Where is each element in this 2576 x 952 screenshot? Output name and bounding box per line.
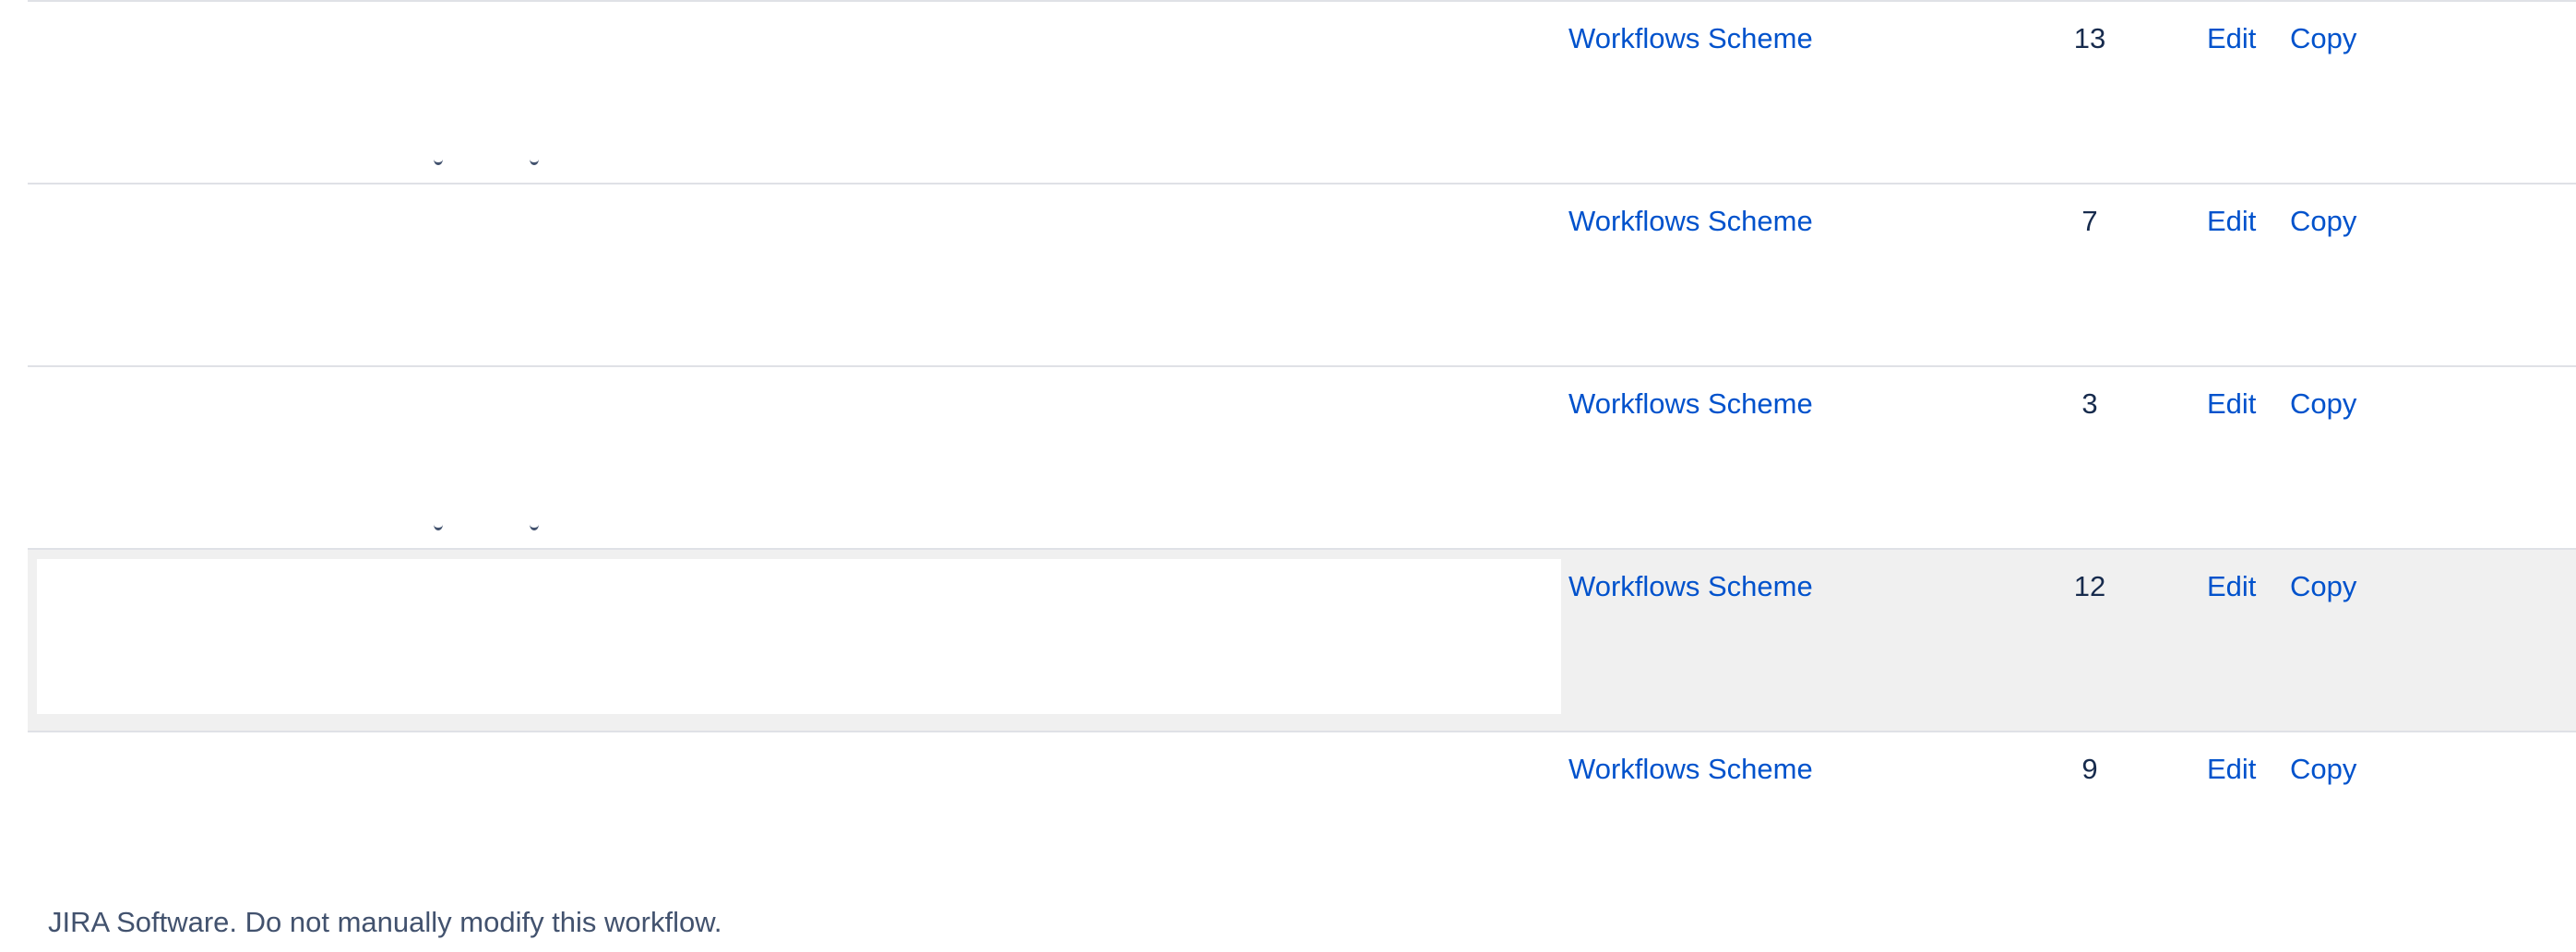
- table-row: Workflows Scheme 3 Edit Copy: [28, 365, 2576, 548]
- edit-link[interactable]: Edit: [2207, 203, 2256, 240]
- description-panel: [37, 559, 1561, 714]
- table-row: Workflows Scheme 13 Edit Copy: [28, 0, 2576, 183]
- truncated-description: [434, 518, 581, 537]
- table-row-selected: Workflows Scheme 12 Edit Copy: [28, 548, 2576, 731]
- edit-link[interactable]: Edit: [2207, 386, 2256, 422]
- truncated-description: [434, 153, 581, 172]
- copy-link[interactable]: Copy: [2290, 751, 2356, 788]
- table-row: Workflows Scheme 9 Edit Copy: [28, 731, 2576, 913]
- scheme-count: 9: [2081, 753, 2098, 785]
- edit-link[interactable]: Edit: [2207, 568, 2256, 605]
- copy-link[interactable]: Copy: [2290, 20, 2356, 57]
- workflow-scheme-link[interactable]: Workflows Scheme: [1568, 386, 1813, 422]
- workflows-table: Workflows Scheme 13 Edit Copy Workflows …: [28, 0, 2576, 913]
- workflow-scheme-link[interactable]: Workflows Scheme: [1568, 203, 1813, 240]
- workflow-scheme-link[interactable]: Workflows Scheme: [1568, 568, 1813, 605]
- scheme-count: 3: [2081, 387, 2098, 420]
- edit-link[interactable]: Edit: [2207, 751, 2256, 788]
- edit-link[interactable]: Edit: [2207, 20, 2256, 57]
- copy-link[interactable]: Copy: [2290, 386, 2356, 422]
- copy-link[interactable]: Copy: [2290, 203, 2356, 240]
- scheme-count: 13: [2073, 22, 2106, 54]
- table-row: Workflows Scheme 7 Edit Copy: [28, 183, 2576, 365]
- copy-link[interactable]: Copy: [2290, 568, 2356, 605]
- workflow-note: JIRA Software. Do not manually modify th…: [48, 906, 722, 938]
- scheme-count: 12: [2073, 570, 2106, 602]
- scheme-count: 7: [2081, 205, 2098, 237]
- workflow-scheme-link[interactable]: Workflows Scheme: [1568, 20, 1813, 57]
- workflow-scheme-link[interactable]: Workflows Scheme: [1568, 751, 1813, 788]
